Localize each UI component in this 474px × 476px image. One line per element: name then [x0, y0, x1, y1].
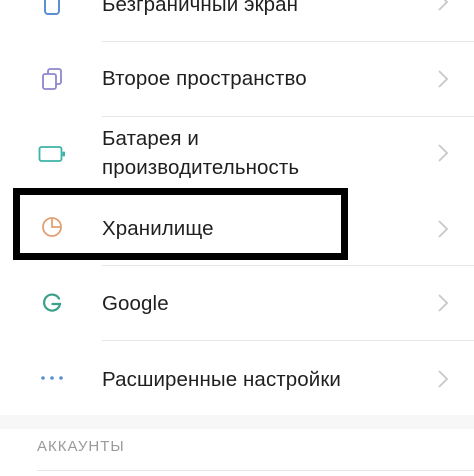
divider [37, 470, 474, 471]
chevron-right-icon [438, 0, 449, 11]
settings-item-label: Хранилище [102, 217, 214, 240]
phone-outline-icon [30, 0, 74, 18]
settings-item-second-space[interactable]: Второе пространство [0, 42, 474, 116]
settings-item-label: Безграничный экран [102, 0, 299, 16]
chevron-right-icon [438, 144, 449, 162]
chevron-right-icon [438, 70, 449, 88]
settings-item-advanced[interactable]: Расширенные настройки [0, 341, 474, 415]
settings-item-google[interactable]: Google [0, 266, 474, 340]
pie-chart-icon [30, 212, 74, 242]
settings-item-battery[interactable]: Батарея и производительность [0, 117, 474, 189]
settings-item-label: Батарея и [102, 127, 199, 150]
dual-windows-icon [30, 64, 74, 94]
settings-item-storage[interactable]: Хранилище [0, 190, 474, 264]
settings-item-label: Второе пространство [102, 67, 307, 90]
settings-item-label-line2: производительность [102, 156, 300, 179]
more-dots-icon [30, 363, 74, 393]
battery-icon [30, 139, 74, 169]
settings-item-fullscreen[interactable]: Безграничный экран [0, 0, 474, 40]
chevron-right-icon [438, 294, 449, 312]
section-divider [0, 415, 474, 429]
chevron-right-icon [438, 220, 449, 238]
chevron-right-icon [438, 370, 449, 388]
settings-item-label: Расширенные настройки [102, 368, 341, 391]
settings-item-label: Google [102, 292, 169, 315]
section-header-accounts: АККАУНТЫ [37, 438, 125, 455]
google-g-icon [30, 288, 74, 318]
